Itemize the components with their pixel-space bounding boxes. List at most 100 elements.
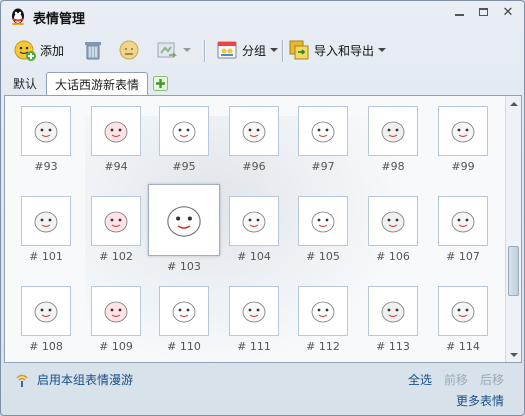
emoticon-manager-window: 表情管理 ✕ 添加 分组 导入和导出 默认 大话西游新表情 #93 #94 #9… (0, 0, 525, 416)
emoticon-cell[interactable]: # 104 (220, 196, 288, 263)
emoticon-cell[interactable]: #97 (289, 106, 357, 173)
emoticon-cell[interactable]: #94 (82, 106, 150, 173)
footer-bar: 启用本组表情漫游 全选 前移 后移 更多表情 (1, 365, 524, 415)
strong-character-ghost-icon (21, 196, 71, 246)
tab-dahuaxiyou[interactable]: 大话西游新表情 (46, 72, 149, 96)
toolbar-divider (282, 40, 283, 62)
sleepy-ghost-icon (438, 106, 488, 156)
group-button[interactable]: 分组 (215, 34, 279, 66)
pig-with-bottle-icon (91, 196, 141, 246)
emoticon-label: #96 (242, 160, 266, 173)
emoticon-cell[interactable]: # 111 (220, 286, 288, 353)
move-emoticon-button[interactable] (155, 34, 191, 66)
trash-icon (81, 38, 105, 62)
emoticon-label: # 112 (306, 340, 340, 353)
emoticon-label: # 109 (99, 340, 133, 353)
emoticon-label: # 108 (29, 340, 63, 353)
group-under-umbrella-icon (159, 286, 209, 336)
signal-icon (16, 374, 28, 387)
egg-ghost-icon (91, 286, 141, 336)
tab-default[interactable]: 默认 (5, 72, 45, 95)
scrollbar-thumb[interactable] (508, 246, 519, 296)
emoticon-label: # 106 (376, 250, 410, 263)
qq-penguin-icon (12, 8, 24, 25)
emoticon-label: # 102 (99, 250, 133, 263)
add-emoticon-icon (13, 38, 37, 62)
chevron-down-icon (183, 48, 191, 52)
emoticon-label: # 113 (376, 340, 410, 353)
pink-bear-icon (298, 196, 348, 246)
emoticon-label: #95 (172, 160, 196, 173)
emoticon-cell[interactable]: # 101 (12, 196, 80, 263)
delete-button[interactable] (81, 34, 105, 66)
maximize-button[interactable] (470, 3, 496, 21)
close-button[interactable]: ✕ (495, 3, 521, 21)
emoticon-cell[interactable]: #98 (359, 106, 427, 173)
group-icon (215, 38, 239, 62)
minimize-icon (454, 14, 464, 16)
enable-roaming-label: 启用本组表情漫游 (37, 373, 134, 387)
emoticon-cell[interactable]: # 114 (429, 286, 497, 353)
group-label: 分组 (242, 43, 267, 58)
pig-face-icon (21, 286, 71, 336)
maximize-icon (478, 8, 488, 16)
emoticon-cell[interactable]: #95 (150, 106, 218, 173)
emoticon-label: #99 (451, 160, 475, 173)
smiling-ghost-icon (229, 106, 279, 156)
crying-pig-icon (298, 286, 348, 336)
ghost-with-rose-icon (148, 184, 220, 256)
select-all-link[interactable]: 全选 (408, 371, 432, 388)
scroll-down-button[interactable] (506, 347, 521, 362)
emoticon-label: #98 (381, 160, 405, 173)
edit-emoticon-button[interactable] (117, 34, 141, 66)
emoticon-edit-icon (117, 38, 141, 62)
ghost-with-smoke-icon (438, 196, 488, 246)
emoticon-cell[interactable]: # 107 (429, 196, 497, 263)
emoticon-cell[interactable]: # 106 (359, 196, 427, 263)
emoticon-cell[interactable]: # 113 (359, 286, 427, 353)
emoticon-grid: #93 #94 #95 #96 #97 #98 #99 # 101 # 102 # 103 # 10… (4, 95, 522, 363)
emoticon-label: #97 (311, 160, 335, 173)
add-group-icon[interactable] (153, 76, 168, 91)
emoticon-cell[interactable]: # 110 (150, 286, 218, 353)
emoticon-cell[interactable]: #96 (220, 106, 288, 173)
emoticon-label: # 105 (306, 250, 340, 263)
fading-smoke-icon (229, 286, 279, 336)
arrow-up-icon (509, 101, 518, 106)
title-bar: 表情管理 ✕ (1, 1, 524, 31)
emoticon-cell[interactable]: # 109 (82, 286, 150, 353)
emoticon-cell[interactable]: #99 (429, 106, 497, 173)
emoticon-cell[interactable]: # 102 (82, 196, 150, 263)
ghost-with-mic-icon (368, 196, 418, 246)
minimize-button[interactable] (446, 3, 472, 21)
add-button[interactable]: 添加 (13, 34, 64, 66)
arrow-down-icon (509, 352, 518, 357)
import-export-button[interactable]: 导入和导出 (287, 34, 387, 66)
emoticon-cell[interactable]: # 108 (12, 286, 80, 353)
add-label: 添加 (40, 43, 65, 58)
ghost-with-sign-icon (229, 196, 279, 246)
emoticon-label: #94 (104, 160, 128, 173)
emoticon-cell[interactable]: # 105 (289, 196, 357, 263)
emoticon-label: # 101 (29, 250, 63, 263)
long-face-ghost-icon (159, 106, 209, 156)
toolbar: 添加 分组 导入和导出 (1, 34, 524, 68)
scroll-up-button[interactable] (506, 96, 521, 111)
chevron-down-icon (270, 48, 279, 52)
more-emoticons-link[interactable]: 更多表情 (456, 392, 504, 409)
vertical-scrollbar[interactable] (505, 96, 521, 362)
emoticon-cell[interactable]: # 112 (289, 286, 357, 353)
ghost-with-red-fists-icon (21, 106, 71, 156)
blonde-child-icon (438, 286, 488, 336)
import-export-icon (287, 38, 311, 62)
emoticon-cell[interactable]: # 103 (147, 184, 221, 273)
emoticon-label: # 110 (167, 340, 201, 353)
import-export-label: 导入和导出 (314, 43, 375, 58)
penguin-group-icon (368, 106, 418, 156)
emoticon-cell[interactable]: #93 (12, 106, 80, 173)
enable-roaming-link[interactable]: 启用本组表情漫游 (15, 371, 133, 388)
image-move-icon (155, 38, 179, 62)
move-prev-link[interactable]: 前移 (444, 371, 468, 388)
black-hair-ghost-icon (368, 286, 418, 336)
move-next-link[interactable]: 后移 (480, 371, 504, 388)
